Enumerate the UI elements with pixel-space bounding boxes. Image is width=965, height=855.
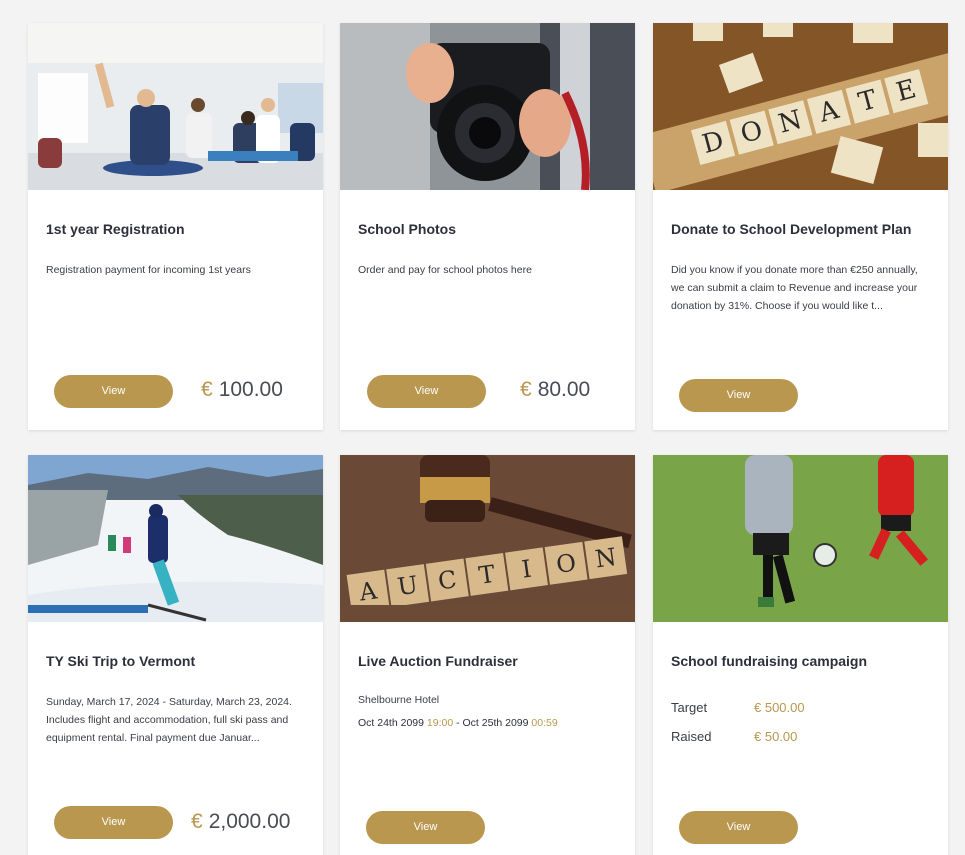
end-time: 00:59 (531, 717, 558, 729)
currency-symbol: € (520, 378, 532, 401)
target-label: Target (671, 700, 708, 715)
start-date: Oct 24th 2099 (358, 717, 424, 729)
card-description: Registration payment for incoming 1st ye… (46, 264, 251, 276)
price-amount: 100.00 (218, 378, 283, 401)
card-ty-ski-trip: TY Ski Trip to Vermont Sunday, March 17,… (28, 455, 323, 855)
card-description: Did you know if you donate more than €25… (671, 264, 918, 312)
price-amount: 80.00 (537, 378, 591, 401)
view-button[interactable]: View (366, 811, 485, 844)
view-button[interactable]: View (54, 806, 173, 839)
price: €80.00 (520, 378, 590, 402)
letter-tile-text: U (396, 571, 420, 602)
card-live-auction-fundraiser: AUCTION Live Auction Fundraiser Shelbour… (340, 455, 635, 855)
view-button[interactable]: View (54, 375, 173, 408)
start-time: 19:00 (426, 717, 454, 729)
letter-tile-text: N (593, 543, 618, 574)
card-description: Order and pay for school photos here (358, 264, 532, 276)
currency-symbol: € (201, 378, 213, 401)
currency-symbol: € (191, 810, 203, 833)
target-value: € 500.00 (754, 700, 805, 715)
card-description: Sunday, March 17, 2024 - Saturday, March… (46, 696, 292, 744)
donate-tiles-image: DONATE (653, 23, 948, 190)
card-title: 1st year Registration (46, 221, 185, 237)
end-date: Oct 25th 2099 (462, 717, 529, 729)
raised-value: € 50.00 (754, 729, 798, 744)
view-button[interactable]: View (367, 375, 486, 408)
view-button[interactable]: View (679, 379, 798, 412)
card-title: School Photos (358, 221, 456, 237)
letter-tile-text: C (436, 565, 458, 595)
view-button[interactable]: View (679, 811, 798, 844)
ski-slope-image (28, 455, 323, 622)
price: €100.00 (201, 378, 283, 402)
card-title: TY Ski Trip to Vermont (46, 653, 196, 669)
price-amount: 2,000.00 (208, 810, 291, 833)
auction-gavel-image: AUCTION (340, 455, 635, 622)
letter-tile-text: O (554, 548, 577, 578)
event-dates: Oct 24th 2099 19:00 - Oct 25th 2099 00:5… (358, 714, 620, 732)
price: €2,000.00 (191, 810, 290, 834)
card-donate-school-development: DONATE Donate to School Development Plan… (653, 23, 948, 430)
card-1st-year-registration: 1st year Registration Registration payme… (28, 23, 323, 430)
card-school-photos: School Photos Order and pay for school p… (340, 23, 635, 430)
card-school-fundraising-campaign: School fundraising campaign Target € 500… (653, 455, 948, 855)
card-title: Live Auction Fundraiser (358, 653, 518, 669)
camera-image (340, 23, 635, 190)
card-title: School fundraising campaign (671, 653, 868, 669)
soccer-image (653, 455, 948, 622)
event-location: Shelbourne Hotel (358, 694, 440, 706)
date-separator: - (456, 717, 460, 729)
classroom-image (28, 23, 323, 190)
raised-label: Raised (671, 729, 712, 744)
card-title: Donate to School Development Plan (671, 221, 912, 237)
